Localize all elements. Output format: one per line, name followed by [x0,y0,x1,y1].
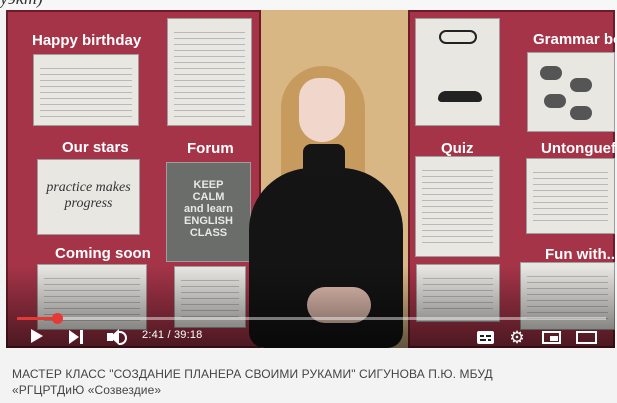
video-title-line-1: МАСТЕР КЛАСС "СОЗДАНИЕ ПЛАНЕРА СВОИМИ РУ… [12,367,493,381]
video-title[interactable]: МАСТЕР КЛАСС "СОЗДАНИЕ ПЛАНЕРА СВОИМИ РУ… [12,366,612,398]
poster-birthday-calendar [33,54,139,126]
speaker-face [299,78,345,142]
board-label-our-stars: Our stars [62,139,129,156]
cropped-top-text: уэкт) [0,0,617,10]
board-label-coming-soon: Coming soon [55,245,151,262]
board-label-quiz: Quiz [441,140,474,157]
video-title-line-2: «РГЦРТДиЮ «Созвездие» [12,383,162,397]
poster-untongueful [526,158,615,234]
board-label-grammar: Grammar bo [533,31,615,48]
miniplayer-icon[interactable] [542,331,561,344]
cropped-top-text-label: уэкт) [0,0,43,9]
poster-quiz [415,156,500,257]
progress-played [17,317,57,320]
subtitles-icon[interactable] [477,331,494,344]
poster-grammar [527,52,615,132]
video-player[interactable]: Happy birthday Our stars Forum Coming so… [6,10,615,348]
progress-scrubber[interactable] [52,313,63,324]
glasses-icon [439,30,477,44]
play-icon[interactable] [31,329,43,343]
youtube-video-page: уэкт) Happy birthday Our stars Forum Com… [0,0,617,403]
board-label-fun-with: Fun with... [545,246,615,263]
poster-glasses [415,18,500,126]
board-label-forum: Forum [187,140,234,157]
gear-icon[interactable]: ⚙ [509,329,525,346]
poster-practice: practice makes progress [37,159,140,235]
theater-mode-icon[interactable] [576,331,597,344]
moustache-icon [438,91,482,102]
time-display: 2:41 / 39:18 [142,329,203,341]
next-icon[interactable] [69,330,87,344]
poster-practice-text: practice makes progress [46,180,131,211]
volume-icon[interactable] [107,329,127,345]
video-info: МАСТЕР КЛАСС "СОЗДАНИЕ ПЛАНЕРА СВОИМИ РУ… [0,350,617,403]
board-label-happy-birthday: Happy birthday [32,32,142,49]
speech-bubbles-icon [540,66,596,126]
board-label-untongueful: Untongueful [541,140,615,157]
speaker-collar [303,144,345,176]
progress-bar[interactable] [17,313,606,324]
